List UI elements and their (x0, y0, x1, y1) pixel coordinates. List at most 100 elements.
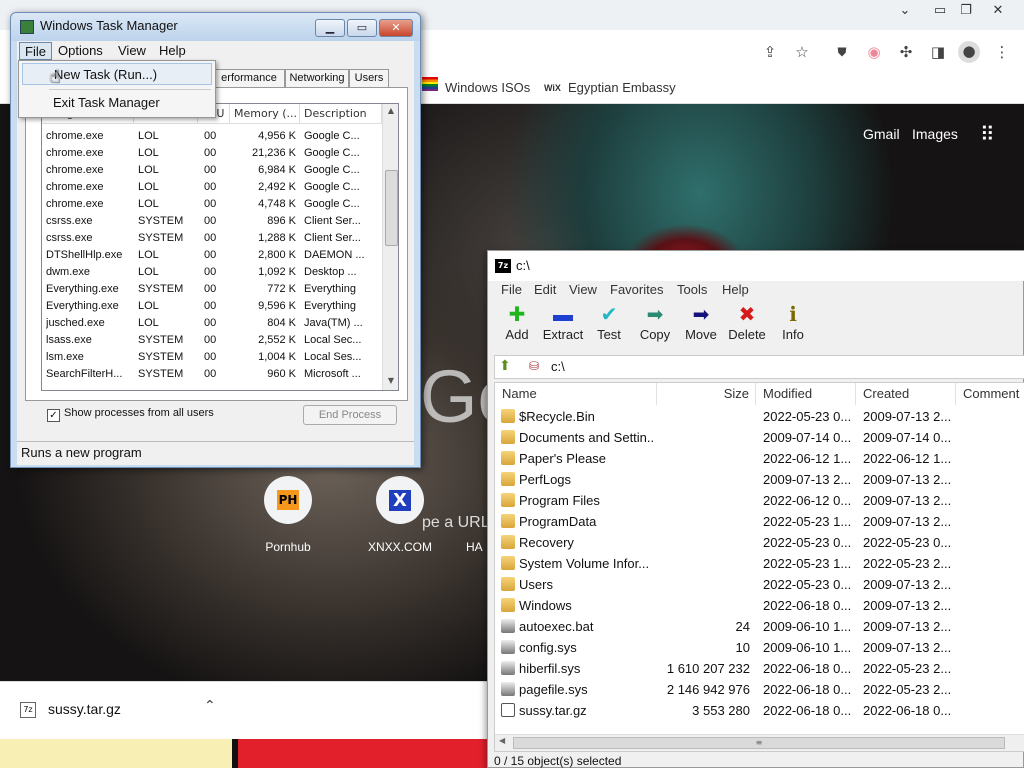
ublock-icon[interactable]: ⛊ (832, 42, 852, 62)
menu-favorites[interactable]: Favorites (610, 281, 663, 299)
file-row[interactable]: ProgramData 2022-05-23 1... 2009-07-13 2..… (495, 511, 1024, 532)
file-row[interactable]: Documents and Settin... 2009-07-14 0... 20… (495, 427, 1024, 448)
process-row[interactable]: csrss.exe SYSTEM 00 896 K Client Ser... (42, 213, 384, 230)
vertical-scrollbar[interactable]: ▲ ▼ (382, 104, 398, 390)
file-row[interactable]: Program Files 2022-06-12 0... 2009-07-13 2… (495, 490, 1024, 511)
menu-help[interactable]: Help (722, 281, 749, 299)
file-row[interactable]: hiberfil.sys 1 610 207 232 2022-06-18 0...… (495, 658, 1024, 679)
star-icon[interactable]: ☆ (792, 42, 812, 62)
gmail-link[interactable]: Gmail (863, 126, 900, 142)
chevron-down-icon[interactable]: ⌄ (892, 2, 918, 20)
menu-item-exit[interactable]: Exit Task Manager (22, 92, 212, 114)
process-row[interactable]: Everything.exe LOL 00 9,596 K Everything (42, 298, 384, 315)
scroll-left-arrow-icon[interactable]: ◀ (499, 736, 505, 745)
menu-edit[interactable]: Edit (534, 281, 556, 299)
address-bar[interactable]: ⬆ ⛁ c:\ (494, 355, 1024, 379)
bookmark-windows-isos[interactable]: Windows ISOs (445, 78, 530, 98)
up-folder-icon[interactable]: ⬆ (499, 358, 511, 374)
shortcut-pornhub[interactable]: PH (264, 476, 312, 524)
process-row[interactable]: chrome.exe LOL 00 2,492 K Google C... (42, 179, 384, 196)
column-size[interactable]: Size (657, 383, 756, 405)
profile-avatar-icon[interactable]: ● (958, 41, 980, 63)
restore-icon[interactable]: ❐ (953, 2, 979, 20)
download-filename[interactable]: sussy.tar.gz (48, 701, 121, 717)
column-created[interactable]: Created (856, 383, 956, 405)
menu-file[interactable]: File (19, 42, 52, 60)
column-comment[interactable]: Comment (956, 383, 1024, 405)
toolbar-extract-button[interactable]: ▬ Extract (538, 303, 588, 349)
toolbar-test-button[interactable]: ✔ Test (584, 303, 634, 349)
chevron-up-icon[interactable]: ⌃ (204, 698, 216, 714)
process-row[interactable]: DTShellHlp.exe LOL 00 2,800 K DAEMON ... (42, 247, 384, 264)
tab-networking[interactable]: Networking (285, 69, 349, 87)
file-row[interactable]: config.sys 10 2009-06-10 1... 2009-07-13 2.… (495, 637, 1024, 658)
shortcut-xnxx[interactable]: X (376, 476, 424, 524)
maximize-button[interactable]: ▭ (347, 19, 377, 37)
end-process-button[interactable]: End Process (303, 405, 397, 425)
process-row[interactable]: chrome.exe LOL 00 6,984 K Google C... (42, 162, 384, 179)
extension-flag-icon[interactable]: ◉ (864, 42, 884, 62)
process-row[interactable]: jusched.exe LOL 00 804 K Java(TM) ... (42, 315, 384, 332)
more-menu-icon[interactable]: ⋮ (992, 42, 1012, 62)
search-placeholder[interactable]: pe a URL (422, 514, 490, 532)
side-panel-icon[interactable]: ◨ (928, 42, 948, 62)
bookmark-egyptian-embassy[interactable]: Egyptian Embassy (568, 78, 676, 98)
puzzle-icon[interactable]: ✣ (896, 42, 916, 62)
minimize-button[interactable]: ▁ (315, 19, 345, 37)
images-link[interactable]: Images (912, 126, 958, 142)
tab-performance[interactable]: erformance (213, 69, 285, 87)
column-name[interactable]: Name (495, 383, 657, 405)
toolbar-info-button[interactable]: ℹ Info (768, 303, 818, 349)
process-row[interactable]: chrome.exe LOL 00 4,956 K Google C... (42, 128, 384, 145)
scroll-thumb[interactable]: ≡ (513, 737, 1005, 749)
toolbar-delete-button[interactable]: ✖ Delete (722, 303, 772, 349)
minimize-icon[interactable]: ▭ (927, 2, 953, 20)
apps-grid-icon[interactable]: ⠿ (980, 122, 995, 147)
process-row[interactable]: lsass.exe SYSTEM 00 2,552 K Local Sec... (42, 332, 384, 349)
menu-help[interactable]: Help (154, 42, 191, 60)
file-row[interactable]: $Recycle.Bin 2022-05-23 0... 2009-07-13 2.… (495, 406, 1024, 427)
tab-users[interactable]: Users (349, 69, 389, 87)
menu-view[interactable]: View (569, 281, 597, 299)
scroll-up-arrow-icon[interactable]: ▲ (384, 106, 398, 115)
file-list[interactable]: Name Size Modified Created Comment $Recy… (494, 382, 1024, 752)
menu-file[interactable]: File (501, 281, 522, 299)
show-all-checkbox[interactable]: ✓ (47, 409, 60, 422)
file-row[interactable]: Paper's Please 2022-06-12 1... 2022-06-12 … (495, 448, 1024, 469)
process-row[interactable]: chrome.exe LOL 00 21,236 K Google C... (42, 145, 384, 162)
process-row[interactable]: chrome.exe LOL 00 4,748 K Google C... (42, 196, 384, 213)
file-row[interactable]: Users 2022-05-23 0... 2009-07-13 2... (495, 574, 1024, 595)
process-row[interactable]: SearchFilterH... SYSTEM 00 960 K Microsoft .… (42, 366, 384, 383)
toolbar-move-button[interactable]: ➡ Move (676, 303, 726, 349)
scroll-down-arrow-icon[interactable]: ▼ (384, 376, 398, 385)
process-list[interactable]: Image Name User Name CPU Memory (... Des… (41, 103, 399, 391)
menu-view[interactable]: View (113, 42, 151, 60)
file-row[interactable]: Recovery 2022-05-23 0... 2022-05-23 0... (495, 532, 1024, 553)
title-bar[interactable]: 7z c:\ (488, 251, 1024, 281)
process-row[interactable]: Everything.exe SYSTEM 00 772 K Everything (42, 281, 384, 298)
title-bar[interactable]: Windows Task Manager ▁ ▭ ✕ (11, 13, 420, 41)
file-row[interactable]: Windows 2022-06-18 0... 2009-07-13 2... (495, 595, 1024, 616)
file-row[interactable]: System Volume Infor... 2022-05-23 1... 202… (495, 553, 1024, 574)
column-modified[interactable]: Modified (756, 383, 856, 405)
menu-options[interactable]: Options (53, 42, 108, 60)
horizontal-scrollbar[interactable]: ◀ ≡ (495, 734, 1024, 751)
close-icon[interactable]: ✕ (985, 2, 1011, 20)
scroll-thumb[interactable] (385, 170, 398, 246)
file-row[interactable]: autoexec.bat 24 2009-06-10 1... 2009-07-13 … (495, 616, 1024, 637)
file-rows: $Recycle.Bin 2022-05-23 0... 2009-07-13 2.… (495, 406, 1024, 732)
file-row[interactable]: PerfLogs 2009-07-13 2... 2009-07-13 2... (495, 469, 1024, 490)
window-title: c:\ (516, 258, 530, 273)
process-row[interactable]: csrss.exe SYSTEM 00 1,288 K Client Ser... (42, 230, 384, 247)
toolbar-add-button[interactable]: ✚ Add (492, 303, 542, 349)
close-button[interactable]: ✕ (379, 19, 413, 37)
file-row[interactable]: pagefile.sys 2 146 942 976 2022-06-18 0...… (495, 679, 1024, 700)
toolbar-copy-button[interactable]: ➡ Copy (630, 303, 680, 349)
process-row[interactable]: dwm.exe LOL 00 1,092 K Desktop ... (42, 264, 384, 281)
menu-tools[interactable]: Tools (677, 281, 707, 299)
file-row[interactable]: sussy.tar.gz 3 553 280 2022-06-18 0... 2022… (495, 700, 1024, 721)
column-memory[interactable]: Memory (... (230, 104, 300, 124)
share-icon[interactable]: ⇪ (760, 42, 780, 62)
column-description[interactable]: Description (300, 104, 382, 124)
process-row[interactable]: lsm.exe SYSTEM 00 1,004 K Local Ses... (42, 349, 384, 366)
